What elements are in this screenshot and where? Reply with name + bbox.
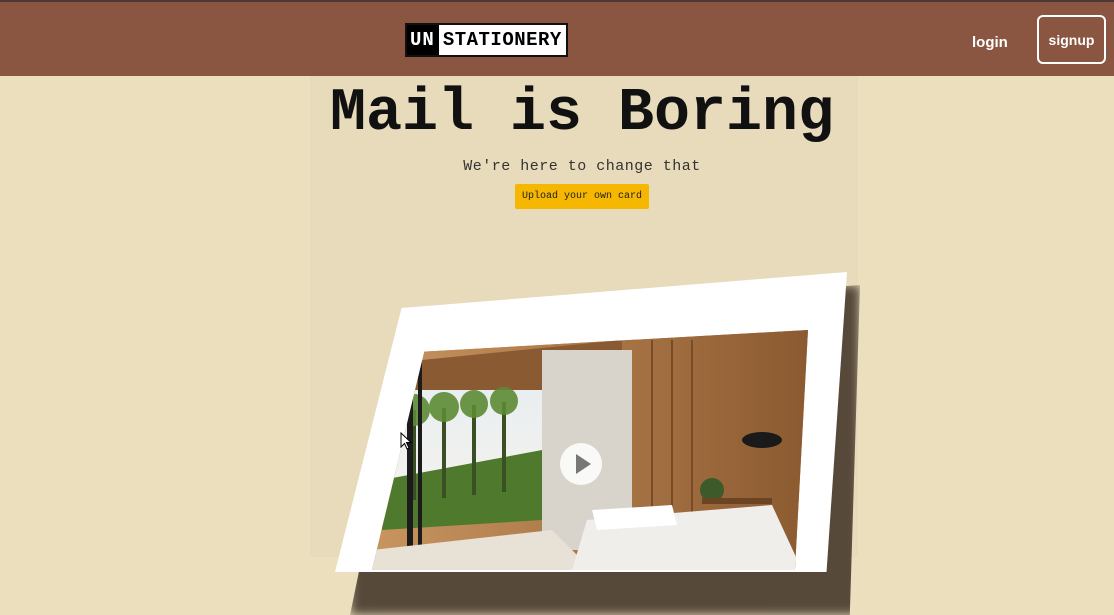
navbar: UN STATIONERY login signup xyxy=(0,2,1114,76)
login-link[interactable]: login xyxy=(960,32,1020,54)
site-logo[interactable]: UN STATIONERY xyxy=(405,23,568,57)
play-video-button[interactable] xyxy=(560,443,602,485)
hero-title: Mail is Boring xyxy=(329,80,835,148)
signup-button[interactable]: signup xyxy=(1037,15,1106,64)
mouse-cursor-icon xyxy=(400,432,412,450)
hero-subtitle: We're here to change that xyxy=(463,158,701,175)
logo-stationery: STATIONERY xyxy=(438,25,566,55)
upload-card-button[interactable]: Upload your own card xyxy=(515,184,649,209)
play-icon xyxy=(575,454,591,474)
logo-un: UN xyxy=(407,25,439,55)
